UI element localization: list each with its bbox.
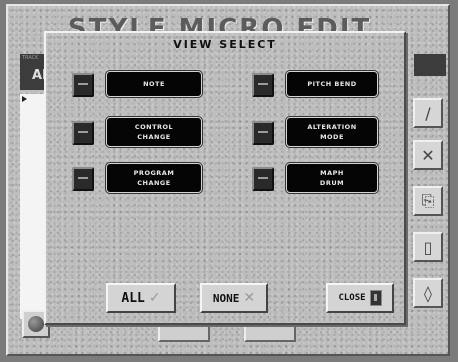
alteration-mode-checkbox[interactable] xyxy=(252,121,274,145)
all-button-label: ALL xyxy=(121,290,145,306)
page-button[interactable]: ▯ xyxy=(413,232,443,262)
note-label[interactable]: NOTE xyxy=(106,71,202,97)
control-change-checkbox[interactable] xyxy=(72,121,94,145)
maph-drum-label[interactable]: MAPH DRUM xyxy=(286,163,378,193)
close-button-label: CLOSE xyxy=(338,293,366,303)
list-cursor-icon xyxy=(22,96,27,102)
dialog-title: VIEW SELECT xyxy=(173,38,277,51)
delete-button[interactable]: ✕ xyxy=(413,140,443,170)
pitch-bend-label[interactable]: PITCH BEND xyxy=(286,71,378,97)
none-button-label: NONE xyxy=(212,291,240,305)
top-right-display xyxy=(414,54,446,76)
maph-drum-checkbox[interactable] xyxy=(252,167,274,191)
led-off-icon xyxy=(258,177,268,179)
close-button[interactable]: CLOSE xyxy=(326,283,394,313)
bottom-tab-2[interactable] xyxy=(244,324,296,342)
note-checkbox[interactable] xyxy=(72,73,94,97)
all-button[interactable]: ALL ✓ xyxy=(106,283,176,313)
led-off-icon xyxy=(78,177,88,179)
cross-icon: ✕ xyxy=(243,290,256,306)
program-change-checkbox[interactable] xyxy=(72,167,94,191)
bottle-icon: ◊ xyxy=(424,283,432,303)
led-off-icon xyxy=(258,83,268,85)
led-off-icon xyxy=(78,83,88,85)
led-off-icon xyxy=(258,131,268,133)
bottle-button[interactable]: ◊ xyxy=(413,278,443,308)
copy-button[interactable]: ⎘ xyxy=(413,186,443,216)
led-off-icon xyxy=(78,131,88,133)
delete-icon: ✕ xyxy=(421,145,435,165)
track-caption: TRACK xyxy=(22,55,39,61)
none-button[interactable]: NONE ✕ xyxy=(200,283,268,313)
program-change-label[interactable]: PROGRAM CHANGE xyxy=(106,163,202,193)
check-icon: ✓ xyxy=(148,290,161,306)
globe-icon xyxy=(28,316,44,332)
door-icon xyxy=(369,290,382,306)
view-select-dialog: VIEW SELECT NOTE PITCH BEND CONTROL CHAN… xyxy=(44,31,406,325)
control-change-label[interactable]: CONTROL CHANGE xyxy=(106,117,202,147)
pitch-bend-checkbox[interactable] xyxy=(252,73,274,97)
alteration-mode-label[interactable]: ALTERATION MODE xyxy=(286,117,378,147)
bottom-tab-1[interactable] xyxy=(158,324,210,342)
page-icon: ▯ xyxy=(423,237,433,257)
pencil-button[interactable]: / xyxy=(413,98,443,128)
pencil-icon: / xyxy=(425,103,431,123)
copy-icon: ⎘ xyxy=(421,191,435,210)
